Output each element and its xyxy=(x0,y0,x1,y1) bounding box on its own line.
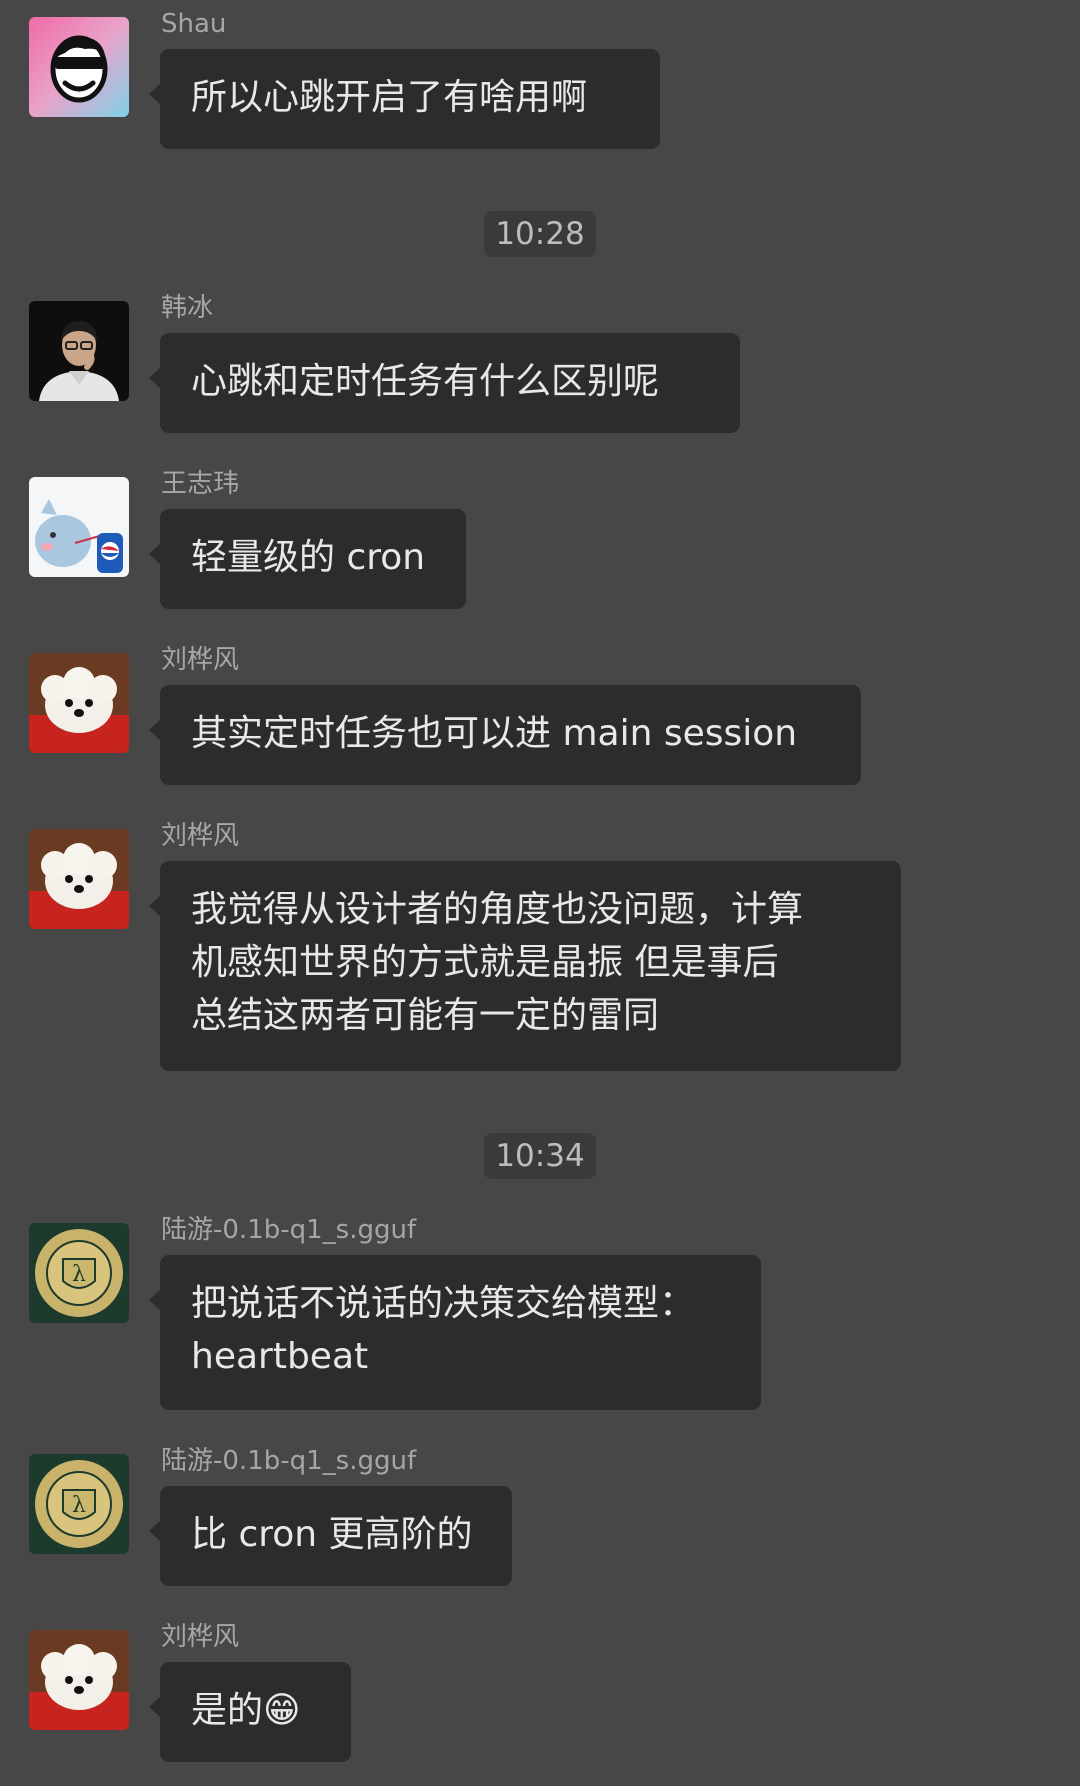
message-text: 我觉得从设计者的角度也没问题，计算 xyxy=(191,889,804,930)
chat-message-list[interactable]: Shau 所以心跳开启了有啥用啊 10:28 韩冰 心跳和定时任务有什么区别呢 xyxy=(0,0,1080,1786)
message-bubble[interactable]: 心跳和定时任务有什么区别呢 xyxy=(149,333,740,433)
timestamp: 10:34 xyxy=(484,1133,596,1179)
sender-name: 刘桦风 xyxy=(161,645,240,675)
svg-text:λ: λ xyxy=(72,1262,86,1287)
message-text: heartbeat xyxy=(191,1336,369,1377)
message-bubble[interactable]: 其实定时任务也可以进 main session xyxy=(149,685,861,785)
message-bubble[interactable]: 把说话不说话的决策交给模型： heartbeat xyxy=(149,1255,761,1410)
message-bubble[interactable]: 是的😁 xyxy=(149,1662,351,1762)
white-poodle-avatar-icon[interactable] xyxy=(29,829,129,929)
svg-text:λ: λ xyxy=(72,1493,86,1518)
sender-name: 陆游-0.1b-q1_s.gguf xyxy=(161,1446,417,1476)
sender-name: 刘桦风 xyxy=(161,821,240,851)
message-text: 所以心跳开启了有啥用啊 xyxy=(191,77,588,118)
message-text: 轻量级的 cron xyxy=(191,537,426,578)
message-bubble[interactable]: 轻量级的 cron xyxy=(149,509,466,609)
white-poodle-avatar-icon[interactable] xyxy=(29,1630,129,1730)
message-text: 总结这两者可能有一定的雷同 xyxy=(191,995,660,1036)
sunglasses-cartoon-avatar-icon[interactable] xyxy=(29,17,129,117)
mit-seal-avatar-icon[interactable]: λ xyxy=(29,1454,129,1554)
message-text: 心跳和定时任务有什么区别呢 xyxy=(191,361,660,402)
sender-name: 刘桦风 xyxy=(161,1622,240,1652)
sender-name: 王志玮 xyxy=(161,469,240,499)
message-bubble[interactable]: 我觉得从设计者的角度也没问题，计算 机感知世界的方式就是晶振 但是事后 总结这两… xyxy=(149,861,901,1071)
sender-name: 韩冰 xyxy=(161,293,214,323)
white-poodle-avatar-icon[interactable] xyxy=(29,653,129,753)
message-text: 把说话不说话的决策交给模型： xyxy=(191,1283,696,1324)
message-bubble[interactable]: 比 cron 更高阶的 xyxy=(149,1486,512,1586)
timestamp: 10:28 xyxy=(484,211,596,257)
message-text: 比 cron 更高阶的 xyxy=(191,1514,473,1555)
man-portrait-avatar-icon[interactable] xyxy=(29,301,129,401)
message-bubble[interactable]: 所以心跳开启了有啥用啊 xyxy=(149,49,660,149)
message-text: 机感知世界的方式就是晶振 但是事后 xyxy=(191,942,779,983)
sender-name: Shau xyxy=(161,9,227,39)
message-text: 是的😁 xyxy=(191,1690,301,1731)
message-text: 其实定时任务也可以进 main session xyxy=(191,713,798,754)
cartoon-pig-pepsi-avatar-icon[interactable] xyxy=(29,477,129,577)
mit-seal-avatar-icon[interactable]: λ xyxy=(29,1223,129,1323)
sender-name: 陆游-0.1b-q1_s.gguf xyxy=(161,1215,417,1245)
